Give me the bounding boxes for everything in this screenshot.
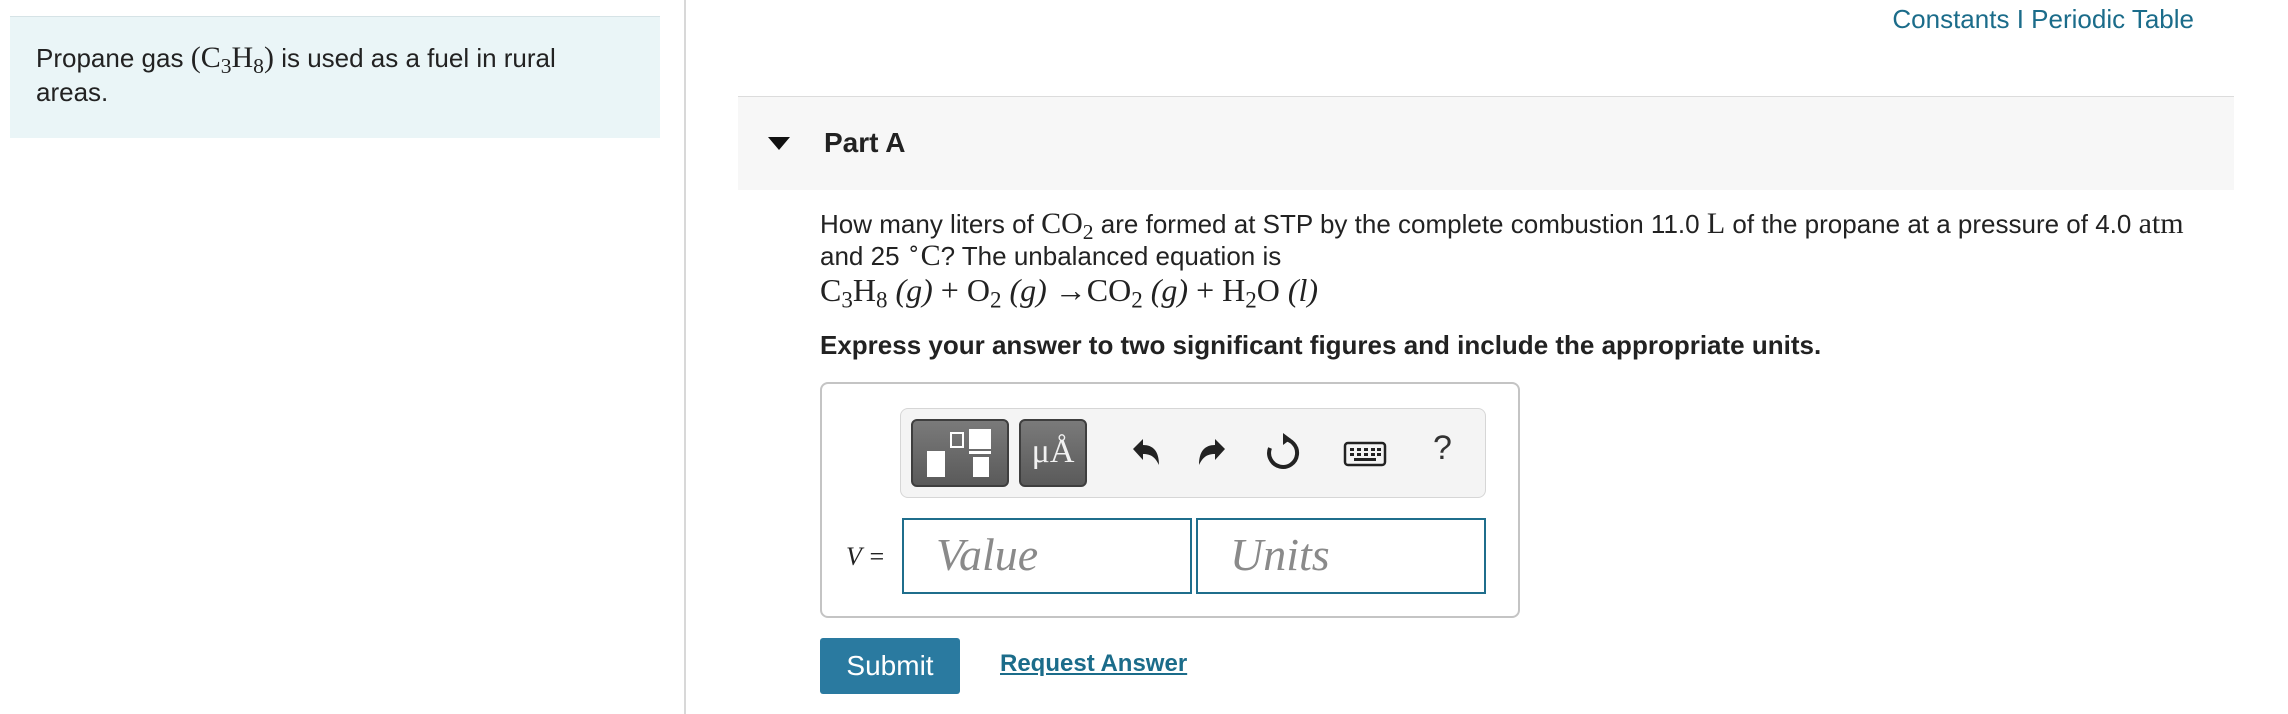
answer-instruction: Express your answer to two significant f… <box>820 330 1822 360</box>
redo-icon[interactable] <box>1191 431 1235 475</box>
question-text: How many liters of CO2 are formed at STP… <box>820 207 2184 272</box>
units-icon: μÅ <box>1031 433 1075 470</box>
value-input[interactable]: Value <box>902 518 1192 594</box>
submit-button[interactable]: Submit <box>820 638 960 694</box>
templates-icon <box>927 429 991 477</box>
periodic-table-link[interactable]: Periodic Table <box>2031 4 2194 34</box>
math-toolbar: μÅ ? <box>900 408 1486 498</box>
undo-icon[interactable] <box>1123 431 1167 475</box>
collapse-caret-icon[interactable] <box>768 137 790 150</box>
propane-formula: (C3H8) <box>190 41 274 79</box>
resource-links: Constants I Periodic Table <box>1892 4 2194 35</box>
request-answer-link[interactable]: Request Answer <box>1000 650 1187 678</box>
variable-label: V = <box>846 542 886 571</box>
units-button[interactable]: μÅ <box>1019 419 1087 487</box>
templates-button[interactable] <box>911 419 1009 487</box>
keyboard-icon[interactable] <box>1343 431 1387 475</box>
panel-divider <box>684 0 686 714</box>
units-input[interactable]: Units <box>1196 518 1486 594</box>
intro-prefix: Propane gas <box>36 43 184 73</box>
help-icon[interactable]: ? <box>1433 429 1452 468</box>
part-title: Part A <box>824 127 906 158</box>
constants-link[interactable]: Constants <box>1892 4 2009 34</box>
part-a-header[interactable]: Part A <box>738 96 2234 190</box>
answer-box: μÅ ? V = Value Units <box>820 382 1520 618</box>
unbalanced-equation: C3H8 (g) + O2 (g) →CO2 (g) + H2O (l) <box>820 272 1319 313</box>
reset-icon[interactable] <box>1261 431 1305 475</box>
intro-panel: Propane gas (C3H8) is used as a fuel in … <box>10 16 660 138</box>
link-separator: I <box>2016 4 2024 34</box>
